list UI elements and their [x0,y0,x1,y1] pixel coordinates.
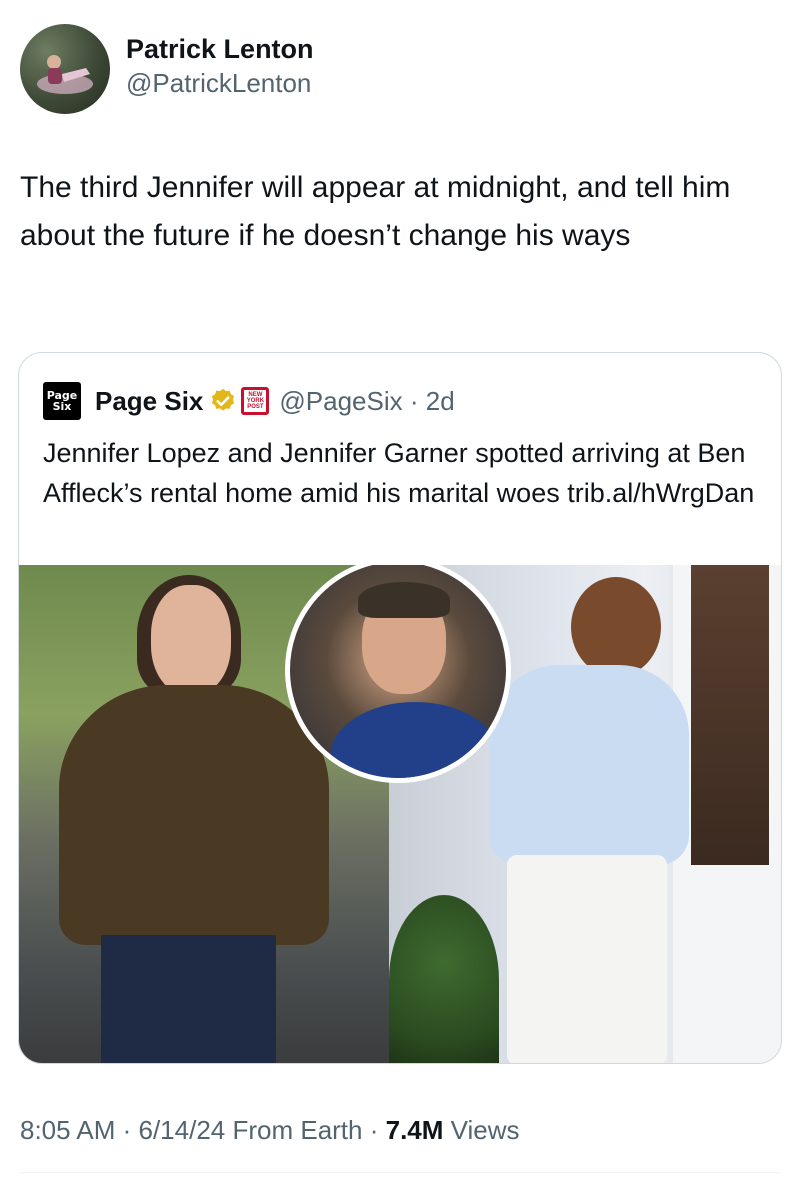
quoted-author-name[interactable]: Page Six [95,386,203,417]
page-six-logo-icon[interactable]: Page Six [43,382,81,420]
verified-gold-badge-icon [212,388,235,411]
photo-door-glass [691,565,769,865]
photo-circle-inset [285,565,511,783]
bottom-divider [20,1172,780,1173]
tweet-meta: 8:05 AM · 6/14/24 From Earth · 7.4M View… [20,1112,520,1148]
photo-figure-pants [101,935,276,1063]
nyp-badge-line3: POST [247,404,264,410]
quoted-tweet-image[interactable] [19,565,781,1063]
tweet-timestamp[interactable]: 8:05 AM · 6/14/24 From Earth · [20,1115,386,1145]
photo-figure-head [151,585,231,695]
author-handle[interactable]: @PatrickLenton [126,66,314,100]
tweet-author[interactable]: Patrick Lenton @PatrickLenton [20,24,314,114]
author-avatar[interactable] [20,24,110,114]
tweet-text: The third Jennifer will appear at midnig… [20,171,731,252]
photo-figure-right-head [571,577,661,677]
photo-figure-right-shirt [489,665,689,865]
views-label: Views [443,1115,520,1145]
author-name[interactable]: Patrick Lenton [126,32,314,66]
photo-bush [389,895,499,1063]
inset-figure-jacket [330,702,500,778]
quoted-tweet-text: Jennifer Lopez and Jennifer Garner spott… [43,438,755,508]
inset-figure-hair [358,582,450,618]
quoted-tweet[interactable]: Page Six Page Six NEW YORK POST @PageSix… [18,352,782,1064]
new-york-post-badge-icon: NEW YORK POST [241,387,270,415]
avatar-photo-icon [37,55,93,94]
views-count: 7.4M [385,1115,444,1145]
logo-text-line2: Six [52,400,72,413]
photo-figure-right-pants [507,855,667,1063]
quoted-tweet-header: Page Six Page Six NEW YORK POST @PageSix… [43,381,455,421]
photo-figure-coat [59,685,329,945]
quoted-handle-time[interactable]: @PageSix · 2d [279,386,454,417]
